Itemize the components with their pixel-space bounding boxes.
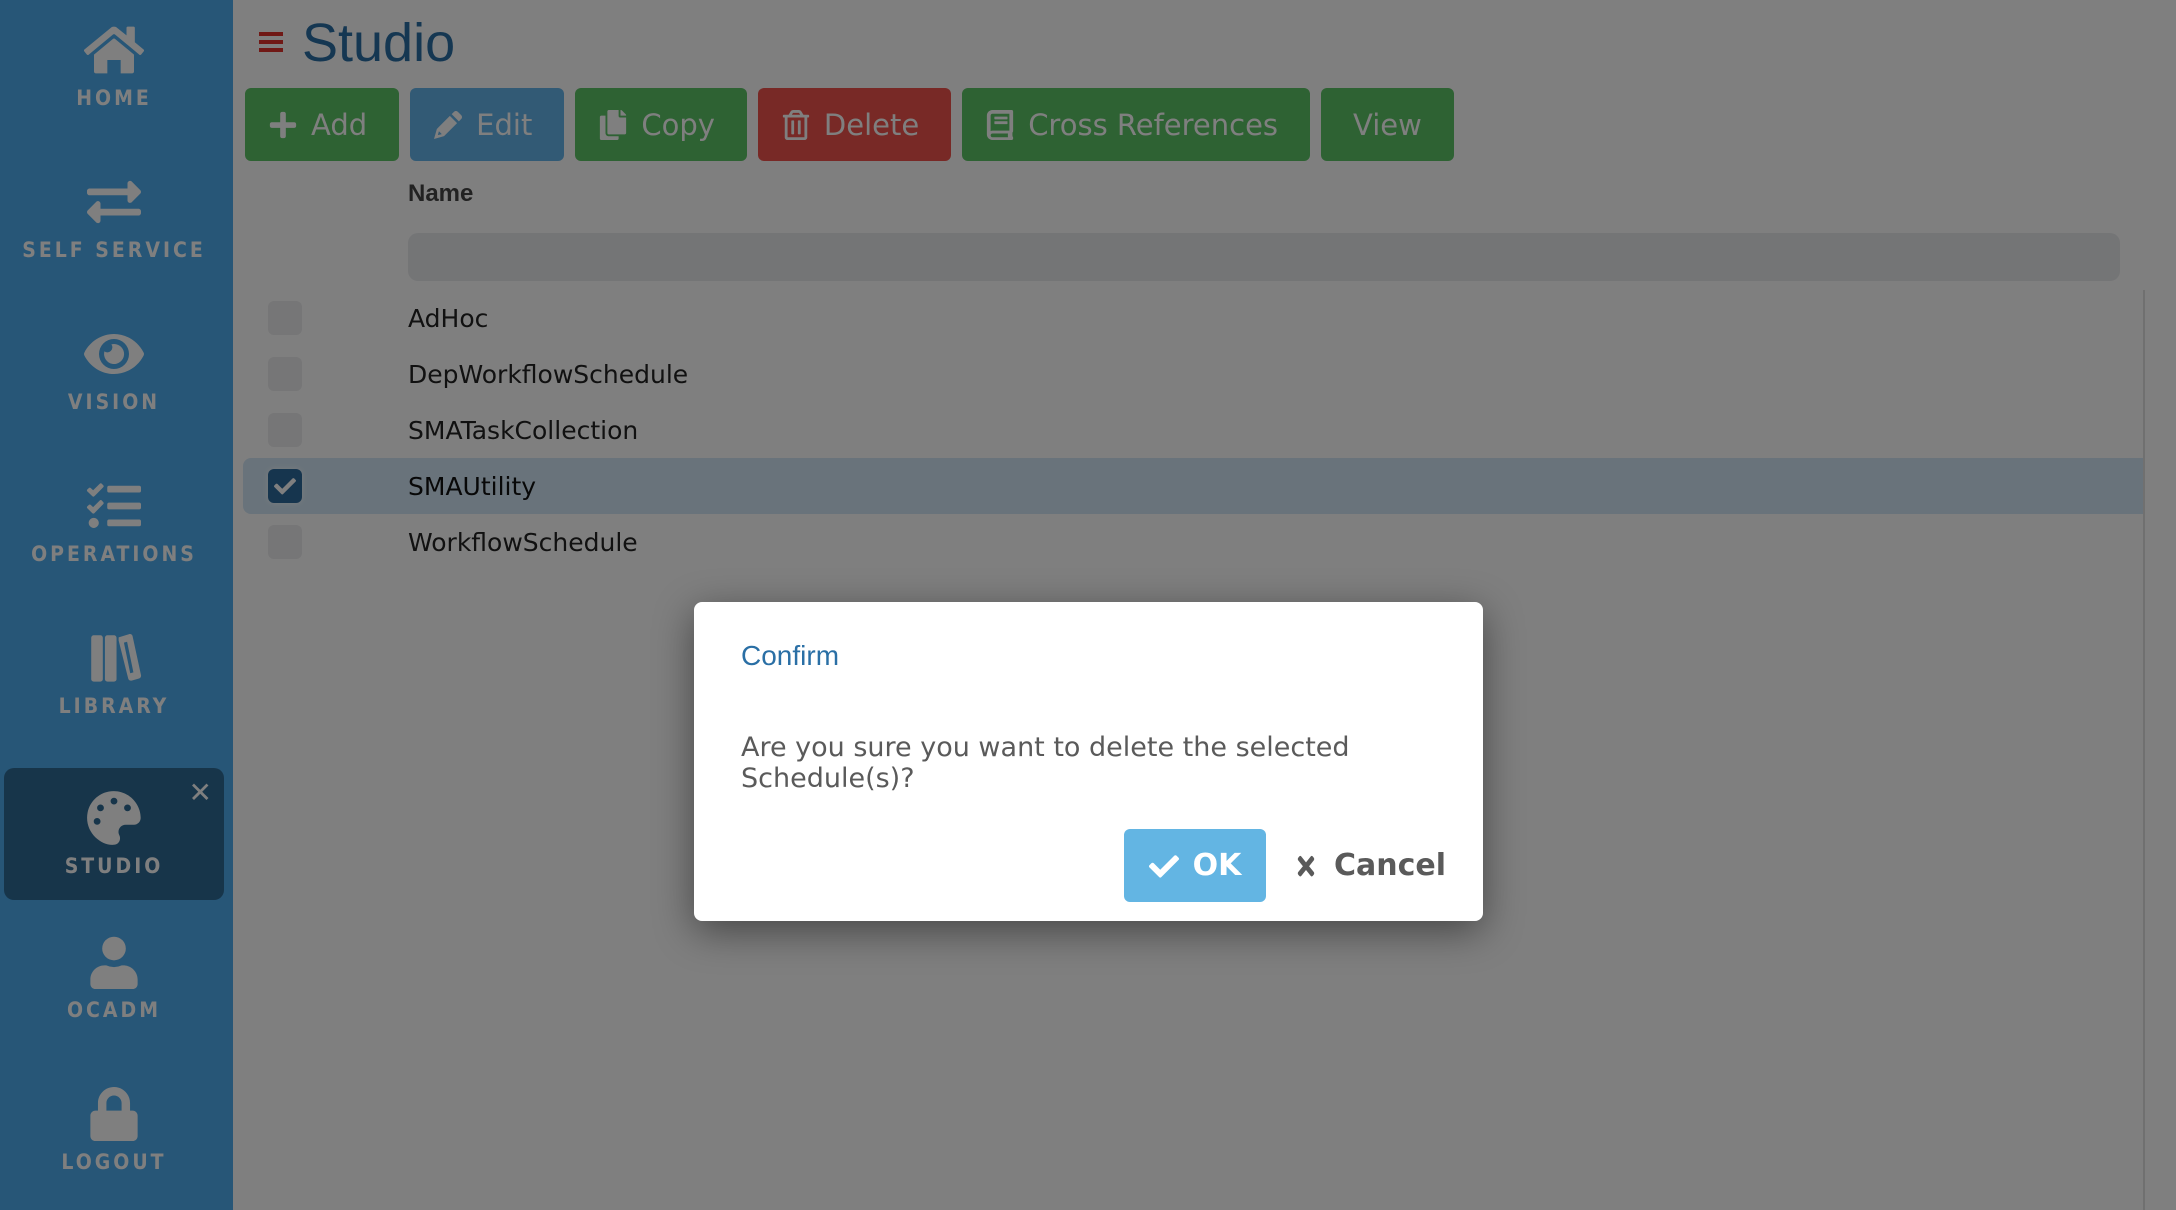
ok-button[interactable]: OK <box>1124 829 1266 902</box>
cancel-button-label: Cancel <box>1334 848 1447 883</box>
check-icon <box>1148 854 1179 878</box>
ok-button-label: OK <box>1192 848 1242 883</box>
dialog-title: Confirm <box>741 640 840 671</box>
close-icon <box>1297 855 1315 876</box>
confirm-dialog: Confirm Are you sure you want to delete … <box>694 602 1483 921</box>
cancel-button[interactable]: Cancel <box>1294 829 1446 902</box>
dialog-message: Are you sure you want to delete the sele… <box>741 732 1350 794</box>
